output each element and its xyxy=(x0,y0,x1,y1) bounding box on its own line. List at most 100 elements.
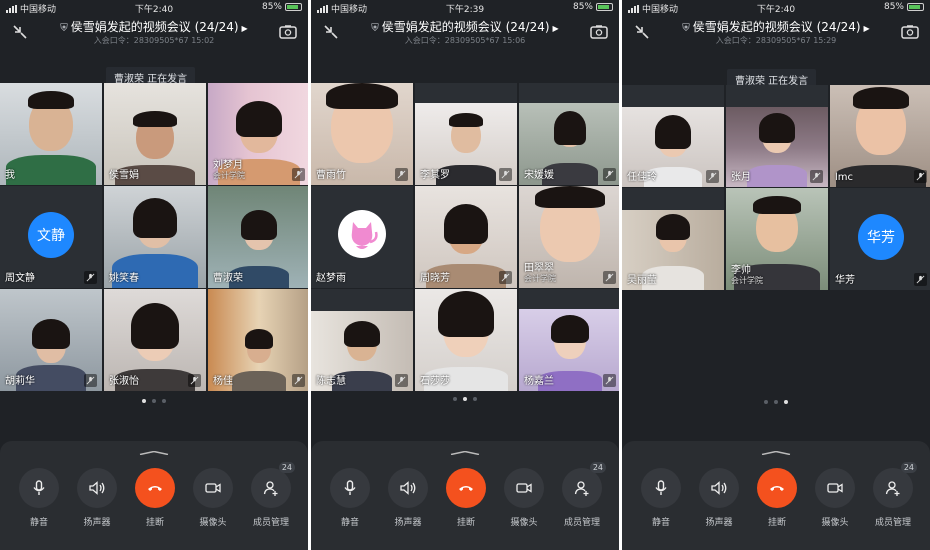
mic-muted-icon xyxy=(706,170,719,183)
participant-tile[interactable]: 胡莉华 xyxy=(0,289,102,391)
participant-tile[interactable]: 宋媛媛 xyxy=(519,83,619,185)
mic-muted-icon xyxy=(810,170,823,183)
members-count-badge: 24 xyxy=(278,462,295,473)
meeting-title-button[interactable]: ⛨ 侯雪娟发起的视频会议 (24/24) ▶ xyxy=(622,18,930,35)
control-panel: 静音 扬声器 挂断 摄像头 24 成员管理 xyxy=(0,441,308,550)
add-member-icon xyxy=(885,481,900,496)
shield-icon: ⛨ xyxy=(371,23,379,34)
participant-tile[interactable]: 杨佳 xyxy=(208,289,308,391)
camera-button[interactable]: 摄像头 xyxy=(191,468,235,528)
participant-name: 任佳玲 xyxy=(627,172,657,183)
shield-icon: ⛨ xyxy=(682,23,690,34)
participant-tile[interactable]: 周晓芳 xyxy=(415,186,517,288)
chevron-right-icon: ▶ xyxy=(241,24,248,33)
status-bar: 中国移动 下午2:40 85% xyxy=(622,0,930,16)
participant-tile[interactable]: 姚笑春 xyxy=(104,186,206,288)
call-screen-3: 中国移动 下午2:40 85% ⛨ 侯雪娟发起的视频会议 (24/24) ▶ 入会口… xyxy=(622,0,930,550)
camera-icon xyxy=(516,483,532,493)
participant-tile[interactable]: 李帅 会计学院 xyxy=(726,188,828,290)
battery-percent: 85% xyxy=(261,2,282,12)
participant-name: 我 xyxy=(5,170,15,181)
camera-button[interactable]: 摄像头 xyxy=(813,468,857,528)
participant-org: 会计学院 xyxy=(731,276,763,285)
battery-icon xyxy=(907,3,924,11)
avatar: 文静 xyxy=(28,212,74,258)
members-button[interactable]: 24 成员管理 xyxy=(249,462,295,528)
hangup-icon xyxy=(148,486,162,491)
participant-tile[interactable]: 华芳 华芳 xyxy=(830,188,930,290)
mic-muted-icon xyxy=(292,168,305,181)
mic-icon xyxy=(344,480,356,495)
mic-muted-icon xyxy=(914,273,927,286)
battery-icon xyxy=(596,3,613,11)
mic-muted-icon xyxy=(292,374,305,387)
speaker-button[interactable]: 扬声器 xyxy=(75,468,119,528)
participant-tile-active[interactable]: 曹淑荣 xyxy=(208,186,308,288)
mute-button[interactable]: 静音 xyxy=(328,468,372,528)
participant-name: 李其罗 xyxy=(420,170,450,181)
chevron-up-icon[interactable] xyxy=(139,451,169,455)
participant-tile[interactable]: 石莎莎 xyxy=(415,289,517,391)
members-count-badge: 24 xyxy=(900,462,917,473)
participant-name: 侯雪娟 xyxy=(109,170,139,181)
mute-button[interactable]: 静音 xyxy=(17,468,61,528)
meeting-title-button[interactable]: ⛨ 侯雪娟发起的视频会议 (24/24) ▶ xyxy=(311,18,619,35)
participant-tile[interactable]: lmc xyxy=(830,85,930,187)
speaker-button[interactable]: 扬声器 xyxy=(697,468,741,528)
participant-tile[interactable]: 我 xyxy=(0,83,102,185)
participant-name: 张淑怡 xyxy=(109,376,139,387)
participant-name: 华芳 xyxy=(835,275,855,286)
mic-muted-icon xyxy=(603,271,616,284)
participant-name: 田翠翠 xyxy=(524,263,554,274)
participant-name: 周文静 xyxy=(5,273,35,284)
status-bar: 中国移动 下午2:39 85% xyxy=(311,0,619,16)
participant-name: 陈志慧 xyxy=(316,376,346,387)
participant-name: 张月 xyxy=(731,172,751,183)
control-panel: 静音 扬声器 挂断 摄像头 24 成员管理 xyxy=(622,441,930,550)
participant-tile[interactable]: 刘梦月 会计学院 xyxy=(208,83,308,185)
members-button[interactable]: 24 成员管理 xyxy=(560,462,606,528)
participant-tile[interactable]: 曹雨竹 xyxy=(311,83,413,185)
mic-muted-icon xyxy=(499,271,512,284)
members-button[interactable]: 24 成员管理 xyxy=(871,462,917,528)
page-indicator xyxy=(0,399,308,403)
participant-tile[interactable]: 陈志慧 xyxy=(311,289,413,391)
switch-camera-icon[interactable] xyxy=(900,22,920,42)
chevron-up-icon[interactable] xyxy=(450,451,480,455)
control-panel: 静音 扬声器 挂断 摄像头 24 成员管理 xyxy=(311,441,619,550)
mute-button[interactable]: 静音 xyxy=(639,468,683,528)
status-bar: 中国移动 下午2:40 85% xyxy=(0,0,308,16)
switch-camera-icon[interactable] xyxy=(278,22,298,42)
shield-icon: ⛨ xyxy=(60,23,68,34)
participant-tile[interactable]: 田翠翠 会计学院 xyxy=(519,186,619,288)
participant-name: 姚笑春 xyxy=(109,273,139,284)
hangup-icon xyxy=(459,486,473,491)
participant-tile[interactable]: 张月 xyxy=(726,85,828,187)
speaker-button[interactable]: 扬声器 xyxy=(386,468,430,528)
chevron-up-icon[interactable] xyxy=(761,451,791,455)
meeting-title-button[interactable]: ⛨ 侯雪娟发起的视频会议 (24/24) ▶ xyxy=(0,18,308,35)
participant-org: 会计学院 xyxy=(524,274,556,283)
participant-tile[interactable]: 杨嘉兰 xyxy=(519,289,619,391)
speaker-icon xyxy=(89,481,105,495)
switch-camera-icon[interactable] xyxy=(589,22,609,42)
meeting-id: 入会口令：28309505*67 15:06 xyxy=(404,36,526,45)
participant-tile[interactable]: 李其罗 xyxy=(415,83,517,185)
avatar: 华芳 xyxy=(858,214,904,260)
hangup-button[interactable]: 挂断 xyxy=(444,468,488,528)
call-screen-2: 中国移动 下午2:39 85% ⛨ 侯雪娟发起的视频会议 (24/24) ▶ 入会口… xyxy=(311,0,619,550)
camera-button[interactable]: 摄像头 xyxy=(502,468,546,528)
participant-tile[interactable]: 张淑怡 xyxy=(104,289,206,391)
participant-tile[interactable]: 侯雪娟 xyxy=(104,83,206,185)
participant-name: 宋媛媛 xyxy=(524,170,554,181)
participant-tile[interactable]: 吴丽莹 xyxy=(622,188,724,290)
participant-tile[interactable]: 赵梦雨 xyxy=(311,186,413,288)
participant-tile[interactable]: 任佳玲 xyxy=(622,85,724,187)
hangup-button[interactable]: 挂断 xyxy=(755,468,799,528)
participant-name: 曹雨竹 xyxy=(316,170,346,181)
mic-muted-icon xyxy=(395,374,408,387)
participant-tile[interactable]: 文静 周文静 xyxy=(0,186,102,288)
hangup-button[interactable]: 挂断 xyxy=(133,468,177,528)
chevron-right-icon: ▶ xyxy=(863,24,870,33)
mic-muted-icon xyxy=(603,168,616,181)
